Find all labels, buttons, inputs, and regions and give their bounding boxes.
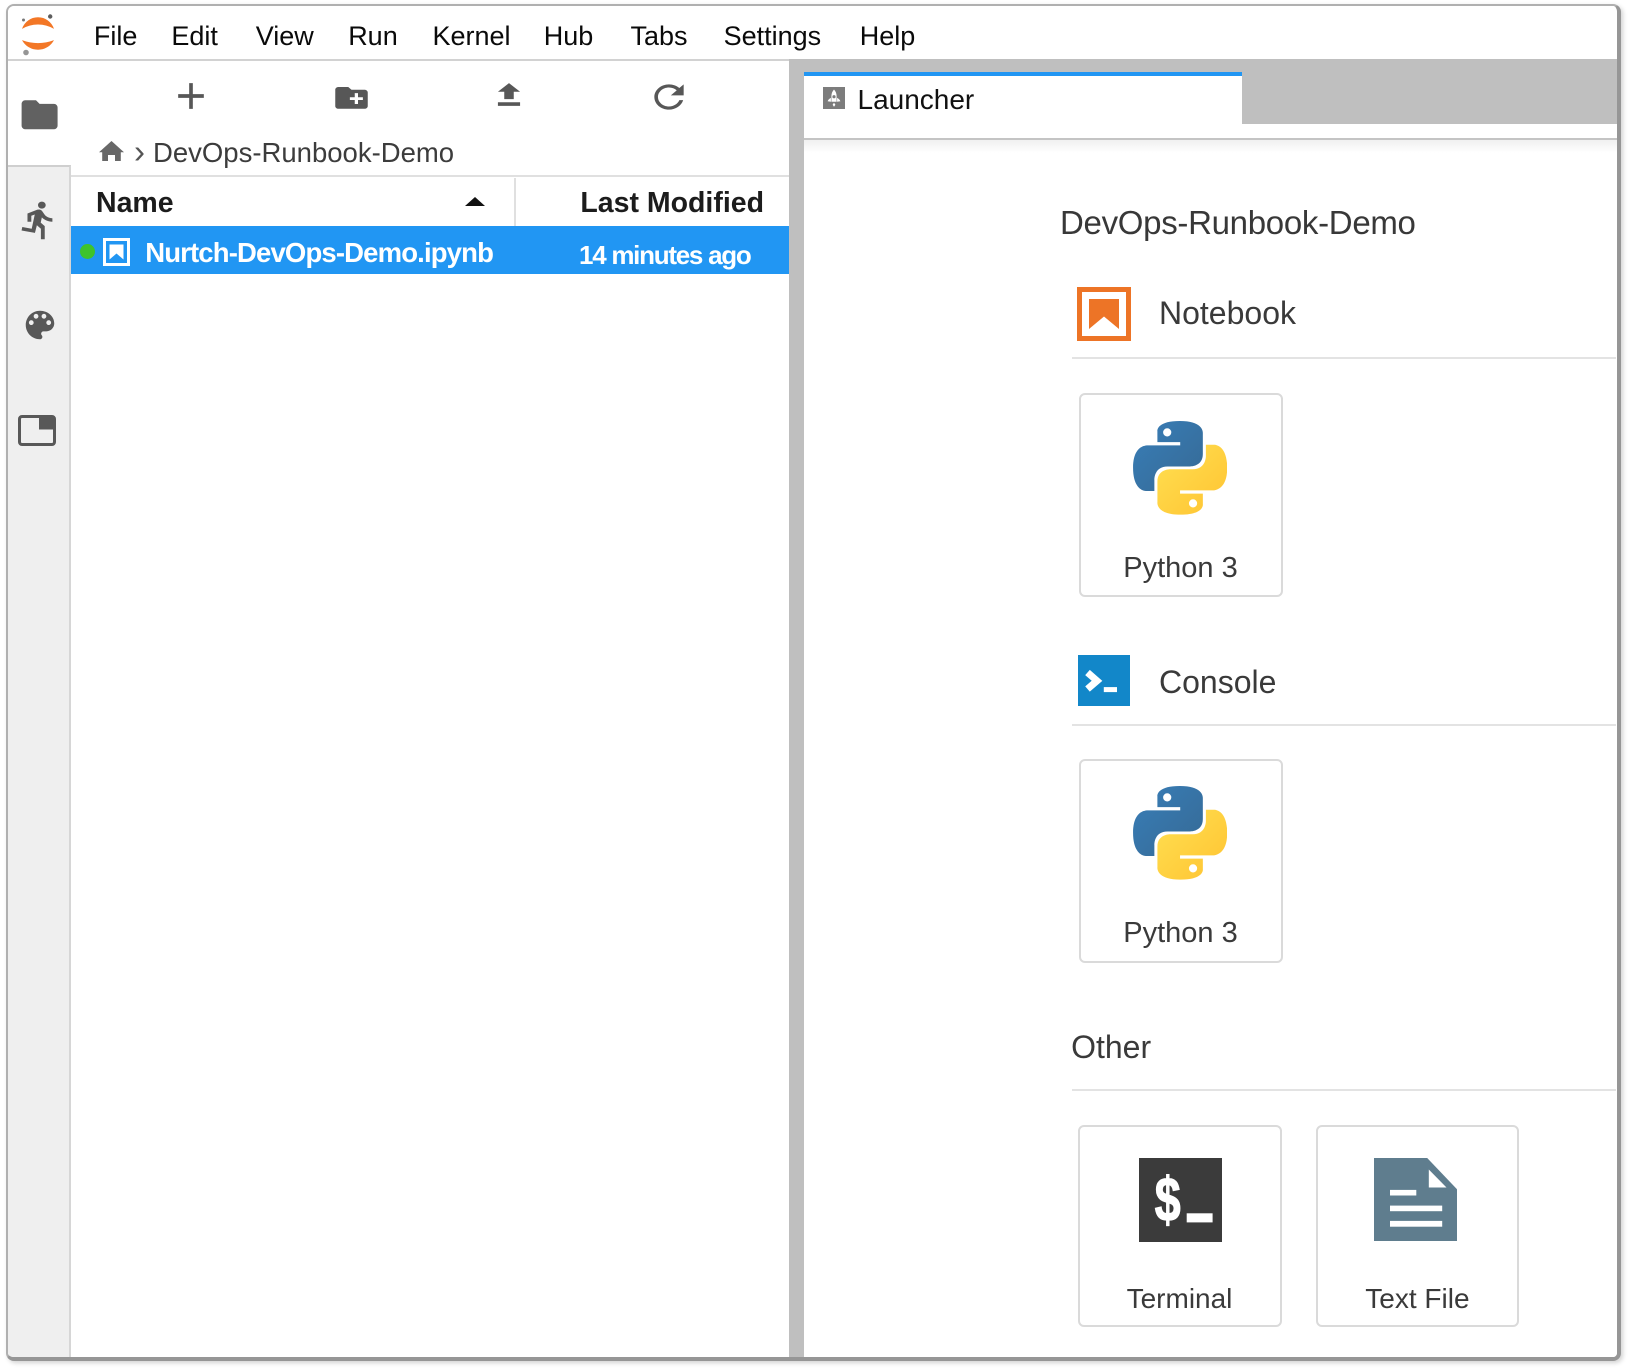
svg-text:$: $ bbox=[1154, 1164, 1180, 1234]
